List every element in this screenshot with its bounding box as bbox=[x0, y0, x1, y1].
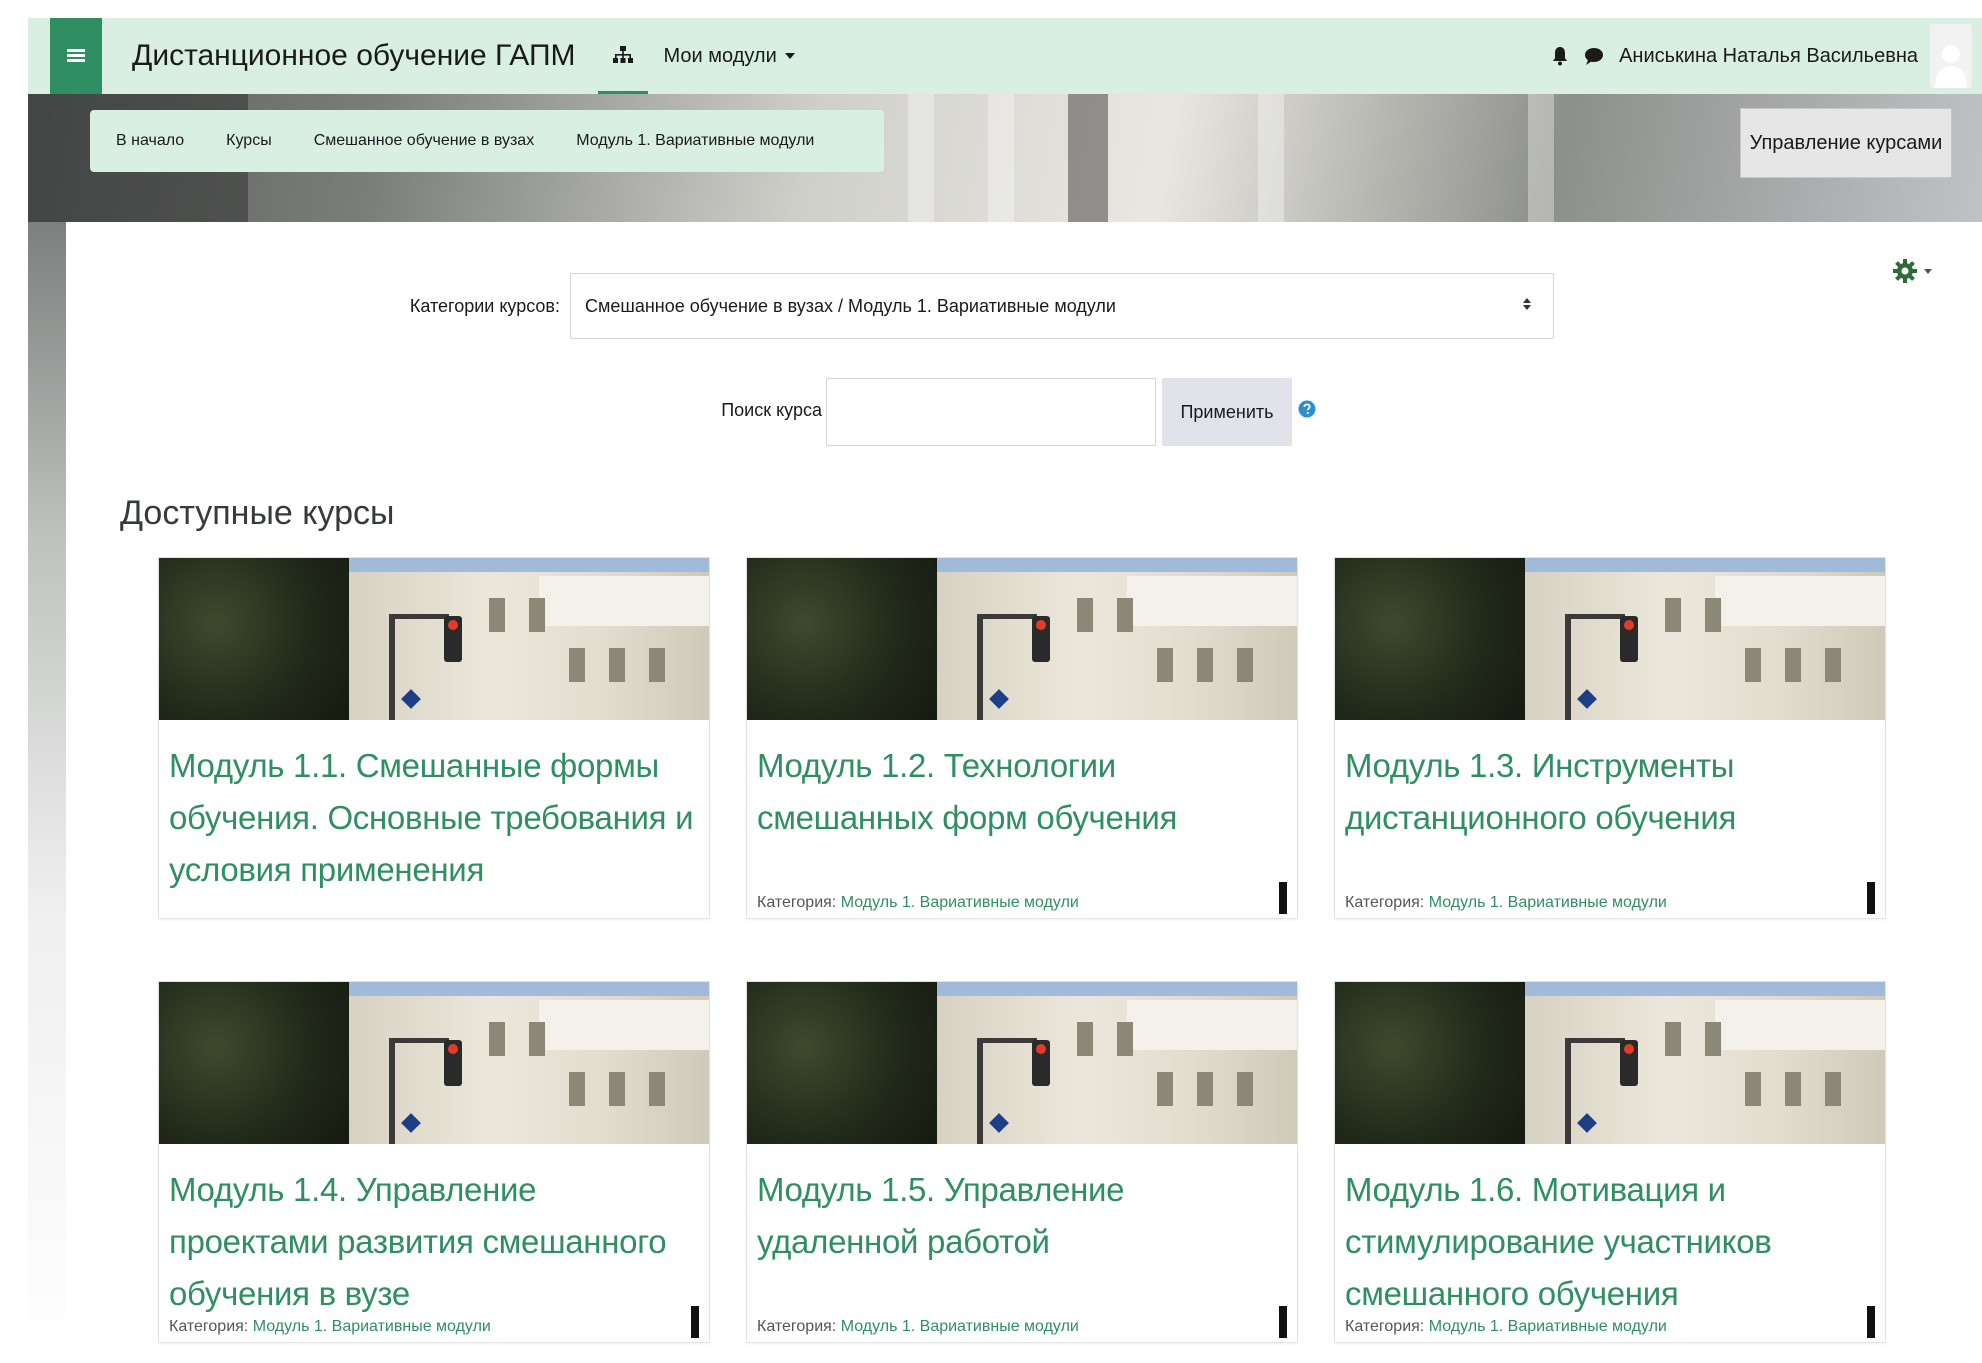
breadcrumb-home[interactable]: В начало bbox=[116, 132, 184, 150]
site-name-link[interactable]: Дистанционное обучение ГАПМ bbox=[132, 39, 576, 73]
breadcrumb: В начало Курсы Смешанное обучение в вуза… bbox=[90, 110, 884, 172]
course-category-link[interactable]: Модуль 1. Вариативные модули bbox=[841, 1318, 1079, 1335]
course-category-link[interactable]: Модуль 1. Вариативные модули bbox=[1429, 1318, 1667, 1335]
course-marker bbox=[1867, 882, 1875, 914]
course-image[interactable] bbox=[159, 558, 709, 720]
course-category-prefix: Категория: bbox=[757, 1318, 837, 1335]
search-input[interactable] bbox=[826, 378, 1156, 446]
course-title-link[interactable]: Модуль 1.5. Управление удаленной работой bbox=[747, 1144, 1297, 1320]
course-marker bbox=[1279, 882, 1287, 914]
menu-toggle-button[interactable] bbox=[50, 18, 102, 94]
my-modules-dropdown[interactable]: Мои модули bbox=[664, 45, 795, 68]
course-card: Модуль 1.5. Управление удаленной работой… bbox=[746, 981, 1298, 1343]
course-image[interactable] bbox=[747, 558, 1297, 720]
course-card: Модуль 1.2. Технологии смешанных форм об… bbox=[746, 557, 1298, 919]
chevron-down-icon bbox=[1924, 268, 1932, 274]
course-category-prefix: Категория: bbox=[1345, 1318, 1425, 1335]
course-category-prefix: Категория: bbox=[1345, 894, 1425, 911]
chat-icon bbox=[1585, 48, 1604, 65]
course-title-link[interactable]: Модуль 1.3. Инструменты дистанционного о… bbox=[1335, 720, 1885, 896]
select-arrows-icon bbox=[1523, 298, 1531, 314]
category-selected-value: Смешанное обучение в вузах / Модуль 1. В… bbox=[585, 295, 1116, 316]
course-category-link[interactable]: Модуль 1. Вариативные модули bbox=[1429, 894, 1667, 911]
category-select[interactable]: Смешанное обучение в вузах / Модуль 1. В… bbox=[570, 273, 1554, 339]
apply-button[interactable]: Применить bbox=[1162, 378, 1292, 446]
course-title-link[interactable]: Модуль 1.6. Мотивация и стимулирование у… bbox=[1335, 1144, 1885, 1320]
course-card: Модуль 1.1. Смешанные формы обучения. Ос… bbox=[158, 557, 710, 919]
breadcrumb-courses[interactable]: Курсы bbox=[226, 132, 272, 150]
course-category-link[interactable]: Модуль 1. Вариативные модули bbox=[841, 894, 1079, 911]
sitemap-button[interactable] bbox=[597, 18, 648, 94]
course-category: Категория: Модуль 1. Вариативные модули bbox=[757, 894, 1079, 912]
manage-courses-button[interactable]: Управление курсами bbox=[1740, 108, 1952, 178]
category-label: Категории курсов: bbox=[409, 296, 560, 316]
hamburger-icon bbox=[67, 49, 85, 63]
course-image[interactable] bbox=[747, 982, 1297, 1144]
question-circle-icon bbox=[1298, 400, 1316, 418]
search-label: Поиск курса bbox=[721, 400, 822, 420]
course-image[interactable] bbox=[1335, 982, 1885, 1144]
settings-menu-button[interactable] bbox=[1892, 258, 1932, 284]
course-image[interactable] bbox=[1335, 558, 1885, 720]
breadcrumb-blended-learning[interactable]: Смешанное обучение в вузах bbox=[314, 132, 535, 150]
bell-icon bbox=[1553, 47, 1568, 66]
course-category-prefix: Категория: bbox=[757, 894, 837, 911]
course-card: Модуль 1.4. Управление проектами развити… bbox=[158, 981, 710, 1343]
breadcrumb-module-1[interactable]: Модуль 1. Вариативные модули bbox=[576, 132, 814, 150]
course-category: Категория: Модуль 1. Вариативные модули bbox=[169, 1318, 491, 1336]
course-category: Категория: Модуль 1. Вариативные модули bbox=[757, 1318, 1079, 1336]
course-image[interactable] bbox=[159, 982, 709, 1144]
user-avatar-icon bbox=[1935, 45, 1967, 88]
sitemap-icon bbox=[612, 45, 633, 63]
gear-icon bbox=[1893, 259, 1917, 283]
user-menu-name[interactable]: Аниськина Наталья Васильевна bbox=[1619, 45, 1918, 68]
course-title-link[interactable]: Модуль 1.4. Управление проектами развити… bbox=[159, 1144, 709, 1320]
course-marker bbox=[1279, 1306, 1287, 1338]
available-courses-heading: Доступные курсы bbox=[120, 494, 395, 532]
course-category: Категория: Модуль 1. Вариативные модули bbox=[1345, 894, 1667, 912]
chevron-down-icon bbox=[784, 53, 795, 59]
avatar[interactable] bbox=[1930, 24, 1972, 88]
course-title-link[interactable]: Модуль 1.2. Технологии смешанных форм об… bbox=[747, 720, 1297, 896]
messages-button[interactable] bbox=[1577, 36, 1611, 76]
left-edge-background bbox=[28, 222, 66, 1363]
course-card: Модуль 1.6. Мотивация и стимулирование у… bbox=[1334, 981, 1886, 1343]
notifications-button[interactable] bbox=[1543, 36, 1577, 76]
top-navbar: Дистанционное обучение ГАПМ Мои модули А… bbox=[28, 18, 1982, 94]
course-title-link[interactable]: Модуль 1.1. Смешанные формы обучения. Ос… bbox=[159, 720, 709, 896]
course-category-link[interactable]: Модуль 1. Вариативные модули bbox=[253, 1318, 491, 1335]
course-marker bbox=[1867, 1306, 1875, 1338]
course-card: Модуль 1.3. Инструменты дистанционного о… bbox=[1334, 557, 1886, 919]
course-category-prefix: Категория: bbox=[169, 1318, 249, 1335]
my-modules-label: Мои модули bbox=[663, 44, 777, 67]
help-button[interactable] bbox=[1298, 400, 1316, 423]
course-category: Категория: Модуль 1. Вариативные модули bbox=[1345, 1318, 1667, 1336]
course-marker bbox=[691, 1306, 699, 1338]
